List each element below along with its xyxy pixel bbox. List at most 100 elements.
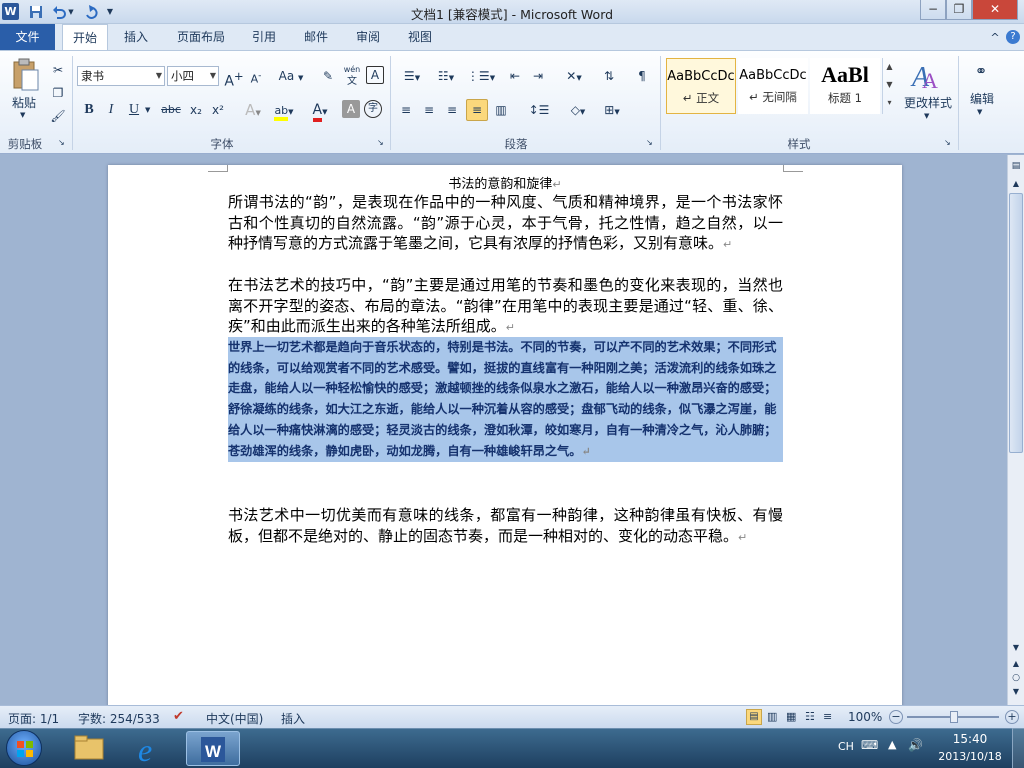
- clear-formatting-icon[interactable]: ✎: [318, 66, 338, 86]
- close-button[interactable]: ✕: [972, 0, 1018, 20]
- page-count[interactable]: 页面: 1/1: [8, 710, 59, 727]
- ruler-toggle-icon[interactable]: ▤: [1010, 161, 1022, 175]
- language-indicator[interactable]: 中文(中国): [206, 710, 263, 727]
- editing-button[interactable]: 编辑: [962, 90, 1002, 107]
- highlight-color-button[interactable]: ab▼: [270, 100, 298, 121]
- align-right-icon[interactable]: ≡: [442, 100, 462, 120]
- tray-expand-icon[interactable]: ▲: [888, 738, 896, 751]
- phonetic-guide-icon[interactable]: wén 文: [341, 64, 363, 87]
- show-desktop-button[interactable]: [1012, 728, 1024, 768]
- underline-dropdown-icon[interactable]: ▼: [145, 106, 150, 114]
- tab-insert[interactable]: 插入: [114, 24, 158, 50]
- multilevel-list-icon[interactable]: ⋮☰▼: [466, 66, 496, 86]
- numbering-icon[interactable]: ☷▼: [432, 66, 460, 86]
- draft-view-icon[interactable]: ≡: [823, 710, 832, 723]
- keyboard-icon[interactable]: ⌨: [861, 738, 878, 752]
- full-screen-view-icon[interactable]: ▥: [767, 710, 777, 723]
- clock-date[interactable]: 2013/10/18: [935, 750, 1005, 763]
- document-page[interactable]: 书法的意韵和旋律↵ 所谓书法的“韵”，是表现在作品中的一种风度、气质和精神境界，…: [108, 165, 902, 710]
- chinese-layout-icon[interactable]: ✕▼: [560, 66, 588, 86]
- justify-icon[interactable]: ≡: [466, 99, 488, 121]
- italic-button[interactable]: I: [102, 100, 120, 120]
- zoom-out-icon[interactable]: −: [889, 710, 903, 724]
- bullets-icon[interactable]: ☰▼: [398, 66, 426, 86]
- clipboard-launcher-icon[interactable]: ↘: [58, 138, 65, 147]
- show-marks-icon[interactable]: ¶: [632, 66, 652, 86]
- word-count[interactable]: 字数: 254/533: [78, 710, 160, 727]
- cut-icon[interactable]: ✂: [49, 60, 67, 80]
- paste-icon[interactable]: [10, 58, 42, 92]
- bold-button[interactable]: B: [80, 100, 98, 120]
- distributed-icon[interactable]: ▥: [491, 100, 511, 120]
- tab-page-layout[interactable]: 页面布局: [168, 24, 234, 50]
- help-icon[interactable]: ?: [1006, 30, 1020, 44]
- web-layout-view-icon[interactable]: ▦: [786, 710, 796, 723]
- next-page-icon[interactable]: ▼: [1010, 687, 1022, 699]
- strikethrough-button[interactable]: abc: [158, 100, 184, 120]
- previous-page-icon[interactable]: ▲: [1010, 659, 1022, 671]
- superscript-button[interactable]: x²: [208, 100, 228, 120]
- text-effects-button[interactable]: A▼: [240, 100, 266, 120]
- tab-file[interactable]: 文件: [0, 24, 55, 50]
- style-normal[interactable]: AaBbCcDc ↵ 正文: [666, 58, 736, 114]
- paragraph-launcher-icon[interactable]: ↘: [646, 138, 653, 147]
- line-spacing-icon[interactable]: ↕☰: [526, 100, 552, 120]
- font-launcher-icon[interactable]: ↘: [377, 138, 384, 147]
- zoom-slider-thumb[interactable]: [950, 711, 958, 723]
- insert-mode-indicator[interactable]: 插入: [281, 710, 305, 727]
- ime-indicator[interactable]: CH: [838, 740, 854, 753]
- styles-launcher-icon[interactable]: ↘: [944, 138, 951, 147]
- paragraph-1[interactable]: 所谓书法的“韵”，是表现在作品中的一种风度、气质和精神境界，是一个书法家怀古和个…: [228, 192, 783, 275]
- outline-view-icon[interactable]: ☷: [805, 710, 815, 723]
- vertical-scrollbar[interactable]: ▤ ▲ ▼ ▲ ○ ▼: [1007, 155, 1024, 705]
- binoculars-icon[interactable]: ⚭: [970, 62, 992, 82]
- tab-references[interactable]: 引用: [244, 24, 284, 50]
- change-styles-icon[interactable]: AA: [908, 58, 944, 94]
- copy-icon[interactable]: ❐: [49, 83, 67, 103]
- explorer-taskbar-icon[interactable]: [62, 731, 116, 766]
- character-border-icon[interactable]: A: [366, 66, 384, 84]
- tab-review[interactable]: 审阅: [348, 24, 388, 50]
- styles-scroll[interactable]: ▲ ▼ ▾: [882, 58, 896, 114]
- grow-font-button[interactable]: A+: [224, 66, 244, 90]
- paste-dropdown-icon[interactable]: ▼: [20, 111, 30, 119]
- tab-view[interactable]: 视图: [400, 24, 440, 50]
- format-painter-icon[interactable]: 🖌: [49, 106, 67, 126]
- speaker-icon[interactable]: 🔊: [908, 738, 923, 752]
- paste-button[interactable]: 粘贴: [10, 94, 38, 110]
- enclose-characters-icon[interactable]: 字: [364, 100, 382, 118]
- document-title[interactable]: 书法的意韵和旋律↵: [108, 173, 902, 192]
- shrink-font-button[interactable]: A-: [246, 66, 266, 86]
- paragraph-3-selected[interactable]: 世界上一切艺术都是趋向于音乐状态的，特别是书法。不同的节奏，可以产不同的艺术效果…: [228, 337, 783, 463]
- style-heading-1[interactable]: AaBl 标题 1: [810, 58, 880, 114]
- underline-button[interactable]: U: [124, 100, 144, 120]
- align-left-icon[interactable]: ≡: [396, 100, 416, 120]
- style-no-spacing[interactable]: AaBbCcDc ↵ 无间隔: [738, 58, 808, 114]
- paragraph-2[interactable]: 在书法艺术的技巧中，“韵”主要是通过用笔的节奏和墨色的变化来表现的，当然也离不开…: [228, 275, 783, 337]
- increase-indent-icon[interactable]: ⇥: [528, 66, 548, 86]
- scroll-thumb[interactable]: [1009, 193, 1023, 453]
- scroll-down-icon[interactable]: ▼: [1010, 643, 1022, 655]
- shading-icon[interactable]: ◇▼: [564, 100, 592, 120]
- scroll-up-icon[interactable]: ▲: [1010, 179, 1022, 191]
- tab-home[interactable]: 开始: [62, 24, 108, 50]
- decrease-indent-icon[interactable]: ⇤: [505, 66, 525, 86]
- align-center-icon[interactable]: ≡: [419, 100, 439, 120]
- paragraph-4[interactable]: 书法艺术中一切优美而有意味的线条，都富有一种韵律，这种韵律虽有快板、有慢板，但都…: [228, 505, 783, 548]
- browse-object-icon[interactable]: ○: [1010, 673, 1022, 685]
- proofing-icon[interactable]: ✔: [173, 709, 184, 724]
- font-size-combo[interactable]: 小四 ▼: [167, 66, 219, 86]
- change-case-button[interactable]: Aa ▼: [277, 66, 305, 86]
- subscript-button[interactable]: x₂: [186, 100, 206, 120]
- change-styles-button[interactable]: 更改样式: [898, 94, 958, 111]
- font-color-button[interactable]: A▼: [306, 100, 334, 122]
- zoom-level[interactable]: 100%: [848, 710, 882, 724]
- character-shading-icon[interactable]: A: [342, 100, 360, 118]
- tab-mailings[interactable]: 邮件: [296, 24, 336, 50]
- font-name-combo[interactable]: 隶书 ▼: [77, 66, 165, 86]
- print-layout-view-icon[interactable]: ▤: [746, 709, 762, 725]
- restore-button[interactable]: ❐: [946, 0, 972, 20]
- sort-icon[interactable]: ⇅: [598, 66, 620, 86]
- start-button-icon[interactable]: [6, 730, 42, 766]
- zoom-in-icon[interactable]: +: [1005, 710, 1019, 724]
